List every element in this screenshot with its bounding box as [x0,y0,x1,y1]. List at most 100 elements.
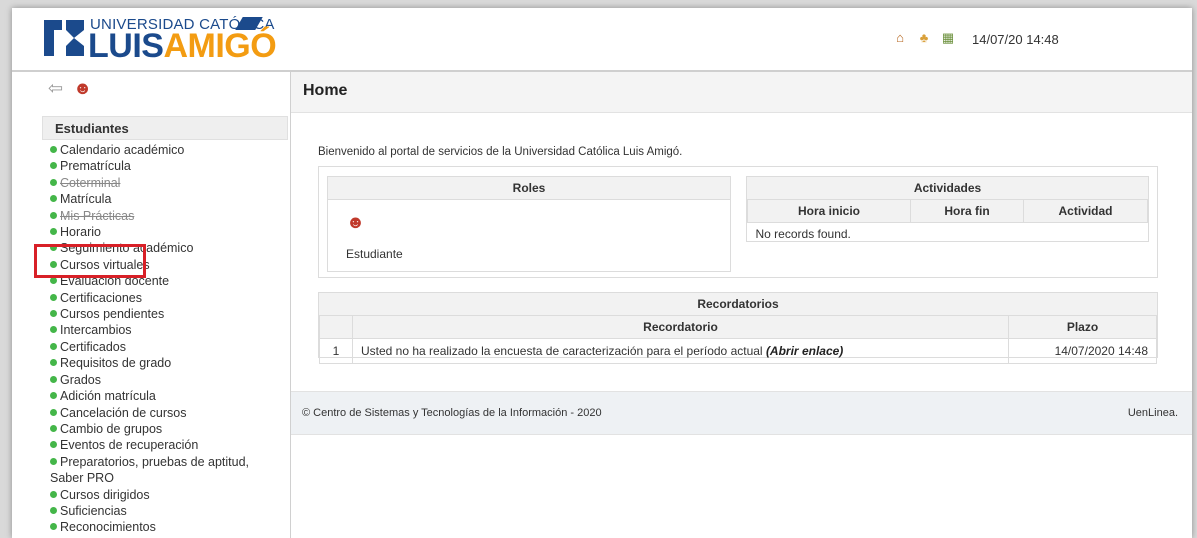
back-icon[interactable]: ⇦ [48,78,63,99]
bullet-icon [50,146,57,153]
sidebar-item-reconocimientos[interactable]: Reconocimientos [50,519,286,535]
sidebar-item-intercambios[interactable]: Intercambios [50,322,286,338]
bullet-icon [50,441,57,449]
bullet-icon [50,457,57,465]
welcome-text: Bienvenido al portal de servicios de la … [318,146,683,158]
sidebar-item-eventos[interactable]: Eventos de recuperación [50,437,286,453]
reminder-cell: Usted no ha realizado la encuesta de car… [352,338,1009,364]
bullet-icon [50,523,57,531]
logo-amigo-text: AMIGÓ [163,27,277,65]
sidebar-item-label: Grados [60,372,101,387]
reminders-title: Recordatorios [319,293,1157,316]
sidebar: ⇦ ☻ Estudiantes Calendario académico Pre… [12,72,291,538]
sidebar-item-cursos-dirigidos[interactable]: Cursos dirigidos [50,487,286,503]
sidebar-item-calendario[interactable]: Calendario académico [50,142,286,158]
sidebar-item-label: Horario [60,225,101,240]
bullet-icon [50,326,57,334]
bullet-icon [50,293,57,301]
role-label[interactable]: Estudiante [346,247,403,261]
sidebar-item-cursos-pendientes[interactable]: Cursos pendientes [50,306,286,322]
bullet-icon [50,310,57,318]
footer-brand[interactable]: UenLinea. [1128,407,1178,419]
column-header[interactable]: Recordatorio [352,315,1009,339]
highlight-box [34,244,146,278]
sidebar-item-adicion[interactable]: Adición matrícula [50,388,286,404]
bullet-icon [50,408,57,416]
sidebar-item-label: Cancelación de cursos [60,405,187,420]
bullet-icon [50,490,57,498]
bullet-icon [50,506,57,514]
sidebar-item-mis-practicas[interactable]: Mis Prácticas [50,208,286,224]
sidebar-item-horario[interactable]: Horario [50,224,286,240]
row-number: 1 [319,338,353,364]
activities-panel: Actividades Hora inicio Hora fin Activid… [746,176,1149,245]
sidebar-item-label: Requisitos de grado [60,356,172,371]
sidebar-item-label: Intercambios [60,323,132,338]
reminders-table: Recordatorio Plazo 1 Usted no ha realiza… [319,315,1157,364]
bullet-icon [50,162,57,170]
table-row: 1 Usted no ha realizado la encuesta de c… [319,338,1157,364]
browser-frame: UNIVERSIDAD CATÓLICA LUISAMIGÓ ⌂ ♣ ▦ 14/… [12,8,1192,538]
sidebar-item-certificados[interactable]: Certificados [50,339,286,355]
sidebar-menu: Calendario académico Prematrícula Coterm… [50,142,286,536]
calendar-icon[interactable]: ▦ [940,30,956,46]
sidebar-item-coterminal[interactable]: Coterminal [50,175,286,191]
sidebar-item-label: Reconocimientos [60,520,156,535]
sidebar-item-cambio-grupos[interactable]: Cambio de grupos [50,421,286,437]
footer-copyright: © Centro de Sistemas y Tecnologías de la… [302,407,602,419]
student-role-icon[interactable]: ☻ [346,212,365,233]
sidebar-section-title: Estudiantes [42,116,288,140]
university-logo[interactable]: UNIVERSIDAD CATÓLICA LUISAMIGÓ [42,14,277,64]
bullet-icon [50,392,57,400]
header-icons: ⌂ ♣ ▦ [892,30,956,46]
column-header-number [319,315,353,339]
bullet-icon [50,178,57,186]
footer: © Centro de Sistemas y Tecnologías de la… [291,391,1192,435]
sidebar-item-matricula[interactable]: Matrícula [50,191,286,207]
student-role-icon[interactable]: ☻ [73,78,92,99]
sidebar-item-label: Certificados [60,339,126,354]
sidebar-item-preparatorios[interactable]: Preparatorios, pruebas de aptitud, Saber… [38,454,265,487]
roles-title: Roles [328,177,730,200]
bullet-icon [50,424,57,432]
sidebar-item-label: Prematrícula [60,159,131,174]
sidebar-item-label: Certificaciones [60,290,142,305]
bullet-icon [50,228,57,236]
table-header-row: Recordatorio Plazo [319,315,1157,339]
users-icon[interactable]: ♣ [916,30,932,46]
page-title: Home [303,82,348,99]
empty-message: No records found. [747,222,1148,245]
home-icon[interactable]: ⌂ [892,30,908,46]
sidebar-item-label: Coterminal [60,175,121,190]
column-header[interactable]: Actividad [1023,199,1148,223]
bullet-icon [50,375,57,383]
column-header[interactable]: Plazo [1008,315,1157,339]
sidebar-item-label: Matrícula [60,192,112,207]
sidebar-item-cancelacion[interactable]: Cancelación de cursos [50,405,286,421]
sidebar-item-grados[interactable]: Grados [50,372,286,388]
column-header[interactable]: Hora inicio [747,199,911,223]
header: UNIVERSIDAD CATÓLICA LUISAMIGÓ ⌂ ♣ ▦ 14/… [12,8,1192,72]
sidebar-item-label: Adición matrícula [60,389,156,404]
table-row: No records found. [747,222,1148,245]
sidebar-item-certificaciones[interactable]: Certificaciones [50,290,286,306]
bullet-icon [50,195,57,203]
sidebar-item-label: Mis Prácticas [60,208,135,223]
sidebar-item-label: Suficiencias [60,503,127,518]
logo-bottom-text: LUISAMIGÓ [88,27,277,65]
logo-mark-icon [44,20,84,56]
reminder-text: Usted no ha realizado la encuesta de car… [361,344,763,358]
header-datetime: 14/07/20 14:48 [972,32,1059,47]
table-header-row: Hora inicio Hora fin Actividad [747,199,1148,223]
sidebar-item-requisitos[interactable]: Requisitos de grado [50,355,286,371]
sidebar-item-label: Cursos dirigidos [60,487,150,502]
sidebar-icons: ⇦ ☻ [48,78,92,99]
sidebar-item-prematricula[interactable]: Prematrícula [50,158,286,174]
sidebar-item-suficiencias[interactable]: Suficiencias [50,503,286,519]
roles-panel: Roles ☻ Estudiante [327,176,731,272]
sidebar-item-label: Cambio de grupos [60,421,163,436]
column-header[interactable]: Hora fin [910,199,1024,223]
title-bar: Home [291,72,1192,113]
bullet-icon [50,342,57,350]
open-link[interactable]: (Abrir enlace) [766,344,843,358]
